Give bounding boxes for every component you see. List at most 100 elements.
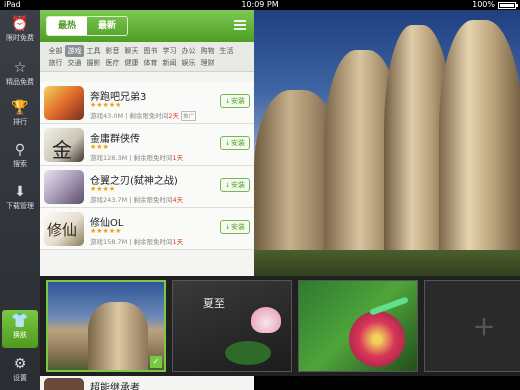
category-chip[interactable]: 旅行: [46, 57, 65, 69]
selected-check-icon: ✓: [150, 356, 162, 368]
tab-hot[interactable]: 最热: [47, 17, 87, 35]
battery-level: [500, 3, 514, 7]
category-chip[interactable]: 图书: [141, 45, 160, 57]
nav-item-settings[interactable]: ⚙ 设置: [0, 356, 40, 383]
rating-stars: ★★★★★: [90, 101, 122, 109]
category-chip[interactable]: 学习: [160, 45, 179, 57]
free-time-label: 剩余限免时间: [133, 154, 173, 162]
app-meta: 游戏128.3M | 剩余限免时间1天: [90, 154, 184, 162]
app-icon: 金: [44, 128, 84, 162]
plus-icon: +: [472, 309, 496, 343]
menu-icon[interactable]: [234, 20, 246, 32]
install-button[interactable]: 安装: [220, 94, 250, 108]
nav-item-label: 设置: [13, 374, 27, 382]
app-meta: 游戏43.0M | 剩余限免时间2天 推广: [90, 111, 197, 121]
rating-stars: ★★★★★: [90, 227, 122, 235]
trophy-icon: 🏆: [11, 100, 29, 116]
add-theme-button[interactable]: +: [424, 280, 520, 372]
app-name: 超能继承者: [90, 383, 140, 390]
app-icon: [44, 170, 84, 204]
category-list: 全部 游戏 工具 影音 聊天 图书 学习 办公 购物 生活旅行 交通 摄影 医疗 健康 体育 新闻 娱乐 理财: [46, 45, 250, 69]
category-chip[interactable]: 生活: [217, 45, 236, 57]
lotus-flower: [251, 307, 281, 333]
theme-option-lotus[interactable]: 夏至: [172, 280, 292, 372]
left-navigation: ⏰ 限时免费 ☆ 精品免费 🏆 排行 ⚲ 搜索 ⬇ 下载管理 👕 换肤 ⚙ 设置: [0, 10, 40, 390]
list-item[interactable]: 金 金庸群侠传 ★★★ 游戏128.3M | 剩余限免时间1天 安装: [40, 124, 254, 166]
category-filter: 全部 游戏 工具 影音 聊天 图书 学习 办公 购物 生活旅行 交通 摄影 医疗 健康 体育 新闻 娱乐 理财: [40, 42, 254, 72]
category-chip[interactable]: 体育: [141, 57, 160, 69]
rating-stars: ★★★: [90, 143, 109, 151]
app-meta: 游戏243.7M | 剩余限免时间4天: [90, 196, 184, 204]
nav-item-premium-free[interactable]: ☆ 精品免费: [0, 60, 40, 87]
wallpaper-preview: [254, 10, 520, 280]
category-chip[interactable]: 娱乐: [179, 57, 198, 69]
download-icon: ⬇: [14, 184, 26, 200]
list-item[interactable]: 奔跑吧兄弟3 ★★★★★ 游戏43.0M | 剩余限免时间2天推广 安装: [40, 82, 254, 124]
tab-new[interactable]: 最新: [87, 17, 127, 35]
category-chip[interactable]: 全部: [46, 45, 65, 57]
shirt-icon: 👕: [11, 313, 29, 329]
category-chip[interactable]: 医疗: [103, 57, 122, 69]
rating-stars: ★★★★: [90, 185, 116, 193]
app-icon: 修仙: [44, 212, 84, 246]
star-icon: ☆: [13, 60, 27, 76]
app-size: 游戏43.0M: [90, 112, 124, 120]
nav-item-label: 限时免费: [6, 34, 34, 42]
battery-icon: [498, 1, 518, 9]
nav-item-label: 精品免费: [6, 78, 34, 86]
category-chip[interactable]: 游戏: [65, 45, 84, 57]
theme-option-rocks[interactable]: ✓: [46, 280, 166, 372]
nav-item-change-skin[interactable]: 👕 换肤: [2, 310, 38, 348]
install-button[interactable]: 安装: [220, 136, 250, 150]
days-left: 1天: [172, 154, 184, 162]
category-chip[interactable]: 理财: [198, 57, 217, 69]
app-icon: [44, 378, 84, 390]
category-chip[interactable]: 影音: [103, 45, 122, 57]
category-chip[interactable]: 聊天: [122, 45, 141, 57]
search-icon: ⚲: [14, 142, 26, 158]
install-button[interactable]: 安装: [220, 178, 250, 192]
red-flower: [349, 311, 405, 367]
app-meta: 游戏158.7M | 剩余限免时间1天: [90, 238, 184, 246]
category-chip[interactable]: 办公: [179, 45, 198, 57]
category-chip[interactable]: 购物: [198, 45, 217, 57]
list-item-partial[interactable]: 超能继承者: [40, 376, 254, 390]
calligraphy-glyph: 金: [52, 138, 72, 162]
list-item[interactable]: 修仙 修仙OL ★★★★★ 游戏158.7M | 剩余限免时间1天 安装: [40, 208, 254, 250]
theme-picker: ✓ 夏至 +: [40, 276, 520, 376]
category-chip[interactable]: 新闻: [160, 57, 179, 69]
nav-item-limited-free[interactable]: ⏰ 限时免费: [0, 16, 40, 43]
panel-header: 最热 最新: [40, 10, 254, 42]
lotus-leaf: [225, 341, 271, 365]
theme-caption: 夏至: [203, 297, 225, 310]
app-size: 游戏243.7M: [90, 196, 128, 204]
app-icon: [44, 86, 84, 120]
category-chip[interactable]: 工具: [84, 45, 103, 57]
clock: 10:09 PM: [241, 0, 279, 9]
nav-item-search[interactable]: ⚲ 搜索: [0, 142, 40, 169]
app-list: 奔跑吧兄弟3 ★★★★★ 游戏43.0M | 剩余限免时间2天推广 安装 金 金…: [40, 82, 254, 250]
battery-status: 100%: [472, 0, 518, 10]
app-size: 游戏158.7M: [90, 238, 128, 246]
rock-formation: [88, 302, 148, 370]
category-chip[interactable]: 健康: [122, 57, 141, 69]
sort-segmented-control: 最热 最新: [46, 16, 128, 36]
theme-option-lizard[interactable]: [298, 280, 418, 372]
calligraphy-glyph: 修仙: [47, 221, 78, 239]
app-list-panel: 最热 最新 全部 游戏 工具 影音 聊天 图书 学习 办公 购物 生活旅行 交通 摄影 医疗 健康 体育 新闻…: [40, 10, 254, 280]
free-time-label: 剩余限免时间: [133, 238, 173, 246]
nav-item-label: 搜索: [13, 160, 27, 168]
free-time-label: 剩余限免时间: [129, 112, 169, 120]
days-left: 4天: [172, 196, 184, 204]
install-button[interactable]: 安装: [220, 220, 250, 234]
nav-item-label: 换肤: [13, 331, 27, 339]
category-chip[interactable]: 摄影: [84, 57, 103, 69]
nav-item-label: 下载管理: [6, 202, 34, 210]
app-size: 游戏128.3M: [90, 154, 128, 162]
nav-item-downloads[interactable]: ⬇ 下载管理: [0, 184, 40, 211]
category-chip[interactable]: 交通: [65, 57, 84, 69]
gear-icon: ⚙: [13, 356, 27, 372]
nav-item-ranking[interactable]: 🏆 排行: [0, 100, 40, 127]
nav-item-label: 排行: [13, 118, 27, 126]
list-item[interactable]: 仓翼之刃(弑神之战) ★★★★ 游戏243.7M | 剩余限免时间4天 安装: [40, 166, 254, 208]
